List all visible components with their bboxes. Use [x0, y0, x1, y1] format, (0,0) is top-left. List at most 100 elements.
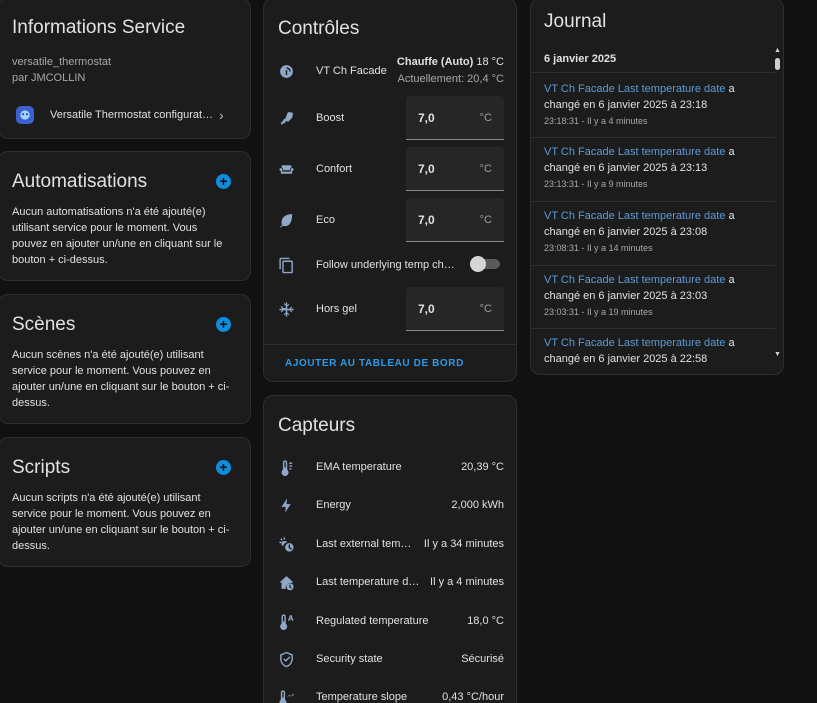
sensors-card: Capteurs EMA temperature 20,39 °C Energy… — [263, 395, 517, 703]
confort-unit: °C — [479, 163, 492, 175]
confort-input[interactable]: 7,0 °C — [406, 147, 504, 191]
controls-title: Contrôles — [278, 18, 360, 39]
sensor-label: Last temperature d… — [316, 576, 420, 588]
add-automation-button[interactable]: + — [216, 174, 231, 189]
sensor-label: Last external tem… — [316, 538, 412, 550]
journal-separator — [531, 72, 775, 73]
eco-row: Eco 7,0 °C — [264, 198, 516, 242]
shield-check-icon — [277, 650, 295, 668]
boost-input[interactable]: 7,0 °C — [406, 96, 504, 140]
sensor-label: EMA temperature — [316, 461, 402, 473]
sensor-row[interactable]: Regulated temperature 18,0 °C — [264, 601, 516, 641]
scripts-card: Scripts + Aucun scripts n'a été ajouté(e… — [0, 437, 251, 567]
sun-clock-icon — [277, 535, 295, 553]
confort-label: Confort — [316, 163, 353, 175]
sensor-row[interactable]: Last temperature d… Il y a 4 minutes — [264, 562, 516, 602]
journal-conj: a — [728, 210, 735, 222]
add-to-dashboard-button[interactable]: AJOUTER AU TABLEAU DE BORD — [285, 358, 464, 369]
journal-entity-link[interactable]: VT Ch Facade Last temperature date — [544, 210, 725, 222]
sensor-row[interactable]: Last external tem… Il y a 34 minutes — [264, 524, 516, 564]
scenes-empty-text: Aucun scènes n'a été ajouté(e) utilisant… — [12, 349, 230, 409]
journal-separator — [531, 265, 775, 266]
journal-time: 23:08:31 - Il y a 14 minutes — [544, 243, 653, 253]
sensor-row[interactable]: Security state Sécurisé — [264, 639, 516, 679]
hors-gel-row: Hors gel 7,0 °C — [264, 287, 516, 331]
eco-unit: °C — [479, 214, 492, 226]
snowflake-thermometer-icon — [277, 300, 295, 318]
scroll-thumb[interactable] — [775, 58, 780, 70]
info-card: Informations Service versatile_thermosta… — [0, 0, 251, 139]
journal-separator — [531, 201, 775, 202]
journal-date: 6 janvier 2025 — [544, 53, 617, 65]
sensor-row[interactable]: Energy 2,000 kWh — [264, 485, 516, 525]
add-script-button[interactable]: + — [216, 460, 231, 475]
journal-entry: VT Ch Facade Last temperature date a cha… — [544, 272, 772, 320]
boost-label: Boost — [316, 112, 345, 124]
controls-divider — [264, 344, 516, 345]
add-scene-button[interactable]: + — [216, 317, 231, 332]
journal-entity-link[interactable]: VT Ch Facade Last temperature date — [544, 83, 725, 95]
sensors-title: Capteurs — [278, 415, 356, 436]
hors-gel-label: Hors gel — [316, 303, 357, 315]
integration-label: Versatile Thermostat configurat… — [50, 109, 214, 121]
sensor-value: Sécurisé — [461, 653, 504, 665]
sensor-value: Il y a 4 minutes — [430, 576, 504, 588]
journal-entity-link[interactable]: VT Ch Facade Last temperature date — [544, 274, 725, 286]
lightning-bolt-icon — [277, 496, 295, 514]
automations-card: Automatisations + Aucun automatisations … — [0, 151, 251, 281]
device-model: versatile_thermostat — [12, 56, 112, 68]
sensor-value: 20,39 °C — [461, 461, 504, 473]
journal-title: Journal — [544, 11, 607, 32]
journal-time: 23:18:31 - Il y a 4 minutes — [544, 116, 648, 126]
follow-toggle[interactable] — [470, 256, 500, 272]
thermometer-slope-icon — [277, 688, 295, 703]
sensor-value: Il y a 34 minutes — [423, 538, 504, 550]
sensor-row[interactable]: Temperature slope 0,43 °C/hour — [264, 677, 516, 703]
journal-message: changé en 6 janvier 2025 à 22:58 — [544, 353, 708, 365]
thermometer-lines-icon — [277, 458, 295, 476]
journal-conj: a — [728, 337, 735, 349]
controls-card: Contrôles VT Ch Facade Chauffe (Auto) 18… — [263, 0, 517, 382]
journal-separator — [531, 328, 775, 329]
journal-message: changé en 6 janvier 2025 à 23:08 — [544, 226, 708, 238]
integration-row[interactable]: Versatile Thermostat configurat… › — [0, 103, 250, 131]
leaf-icon — [277, 211, 295, 229]
sensor-row[interactable]: EMA temperature 20,39 °C — [264, 447, 516, 487]
journal-scrollbar[interactable]: ▲ ▼ — [774, 47, 782, 363]
follow-row: Follow underlying temp ch… — [264, 245, 516, 285]
journal-entity-link[interactable]: VT Ch Facade Last temperature date — [544, 337, 725, 349]
scroll-up-icon[interactable]: ▲ — [774, 47, 781, 54]
journal-conj: a — [728, 274, 735, 286]
journal-message: changé en 6 janvier 2025 à 23:13 — [544, 162, 708, 174]
hors-gel-input[interactable]: 7,0 °C — [406, 287, 504, 331]
eco-value: 7,0 — [418, 213, 435, 227]
journal-separator — [531, 137, 775, 138]
sensor-label: Energy — [316, 499, 351, 511]
journal-time: 23:03:31 - Il y a 19 minutes — [544, 307, 653, 317]
toggle-knob — [470, 256, 486, 272]
eco-input[interactable]: 7,0 °C — [406, 198, 504, 242]
chevron-right-icon: › — [219, 107, 224, 123]
journal-time: 23:13:31 - Il y a 9 minutes — [544, 179, 648, 189]
climate-target: 18 °C — [476, 56, 504, 68]
climate-current: Actuellement: 20,4 °C — [397, 73, 504, 85]
sensor-value: 2,000 kWh — [451, 499, 504, 511]
boost-unit: °C — [479, 112, 492, 124]
home-clock-icon — [277, 573, 295, 591]
journal-entry: VT Ch Facade Last temperature date a cha… — [544, 81, 772, 129]
integration-logo-icon — [16, 106, 34, 124]
boost-value: 7,0 — [418, 111, 435, 125]
sensor-label: Regulated temperature — [316, 615, 429, 627]
scroll-down-icon[interactable]: ▼ — [774, 351, 781, 358]
device-manufacturer: par JMCOLLIN — [12, 72, 86, 84]
confort-value: 7,0 — [418, 162, 435, 176]
confort-row: Confort 7,0 °C — [264, 147, 516, 191]
climate-mode: Chauffe (Auto) — [396, 56, 474, 68]
scenes-title: Scènes — [12, 314, 76, 335]
journal-entry: VT Ch Facade Last temperature date a cha… — [544, 208, 772, 256]
journal-entity-link[interactable]: VT Ch Facade Last temperature date — [544, 146, 725, 158]
eco-label: Eco — [316, 214, 335, 226]
automations-title: Automatisations — [12, 171, 148, 192]
scenes-card: Scènes + Aucun scènes n'a été ajouté(e) … — [0, 294, 251, 424]
climate-row[interactable]: VT Ch Facade Chauffe (Auto) 18 °C Actuel… — [264, 51, 516, 91]
